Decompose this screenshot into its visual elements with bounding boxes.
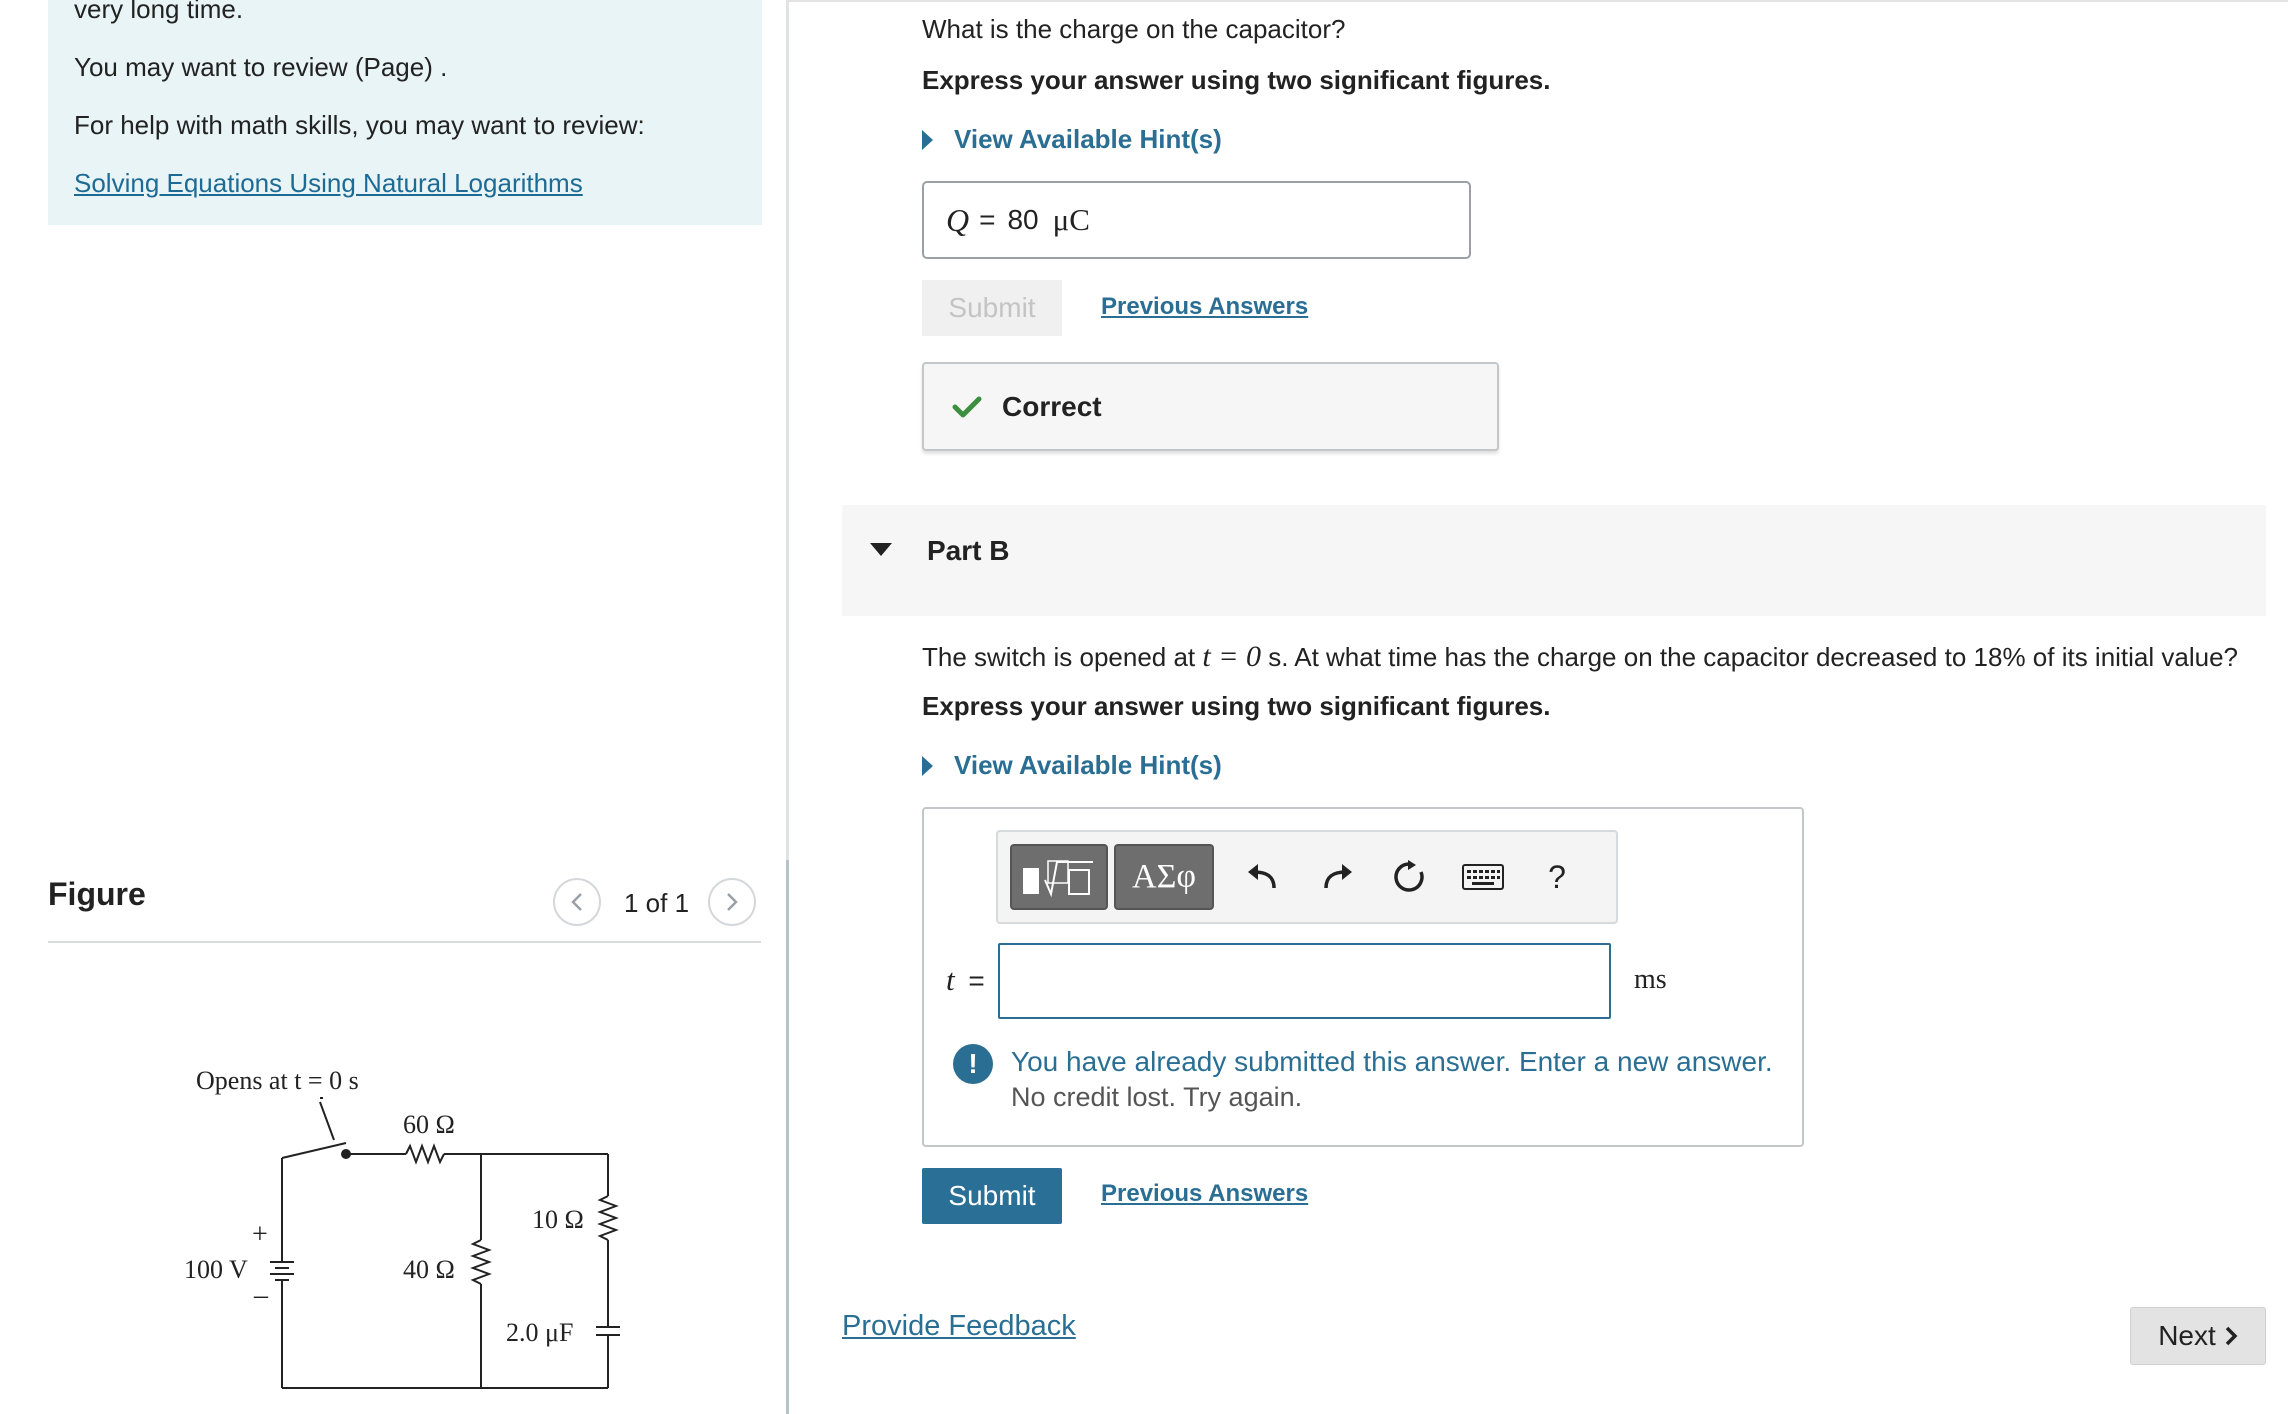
intro-cut-text: very long time. — [74, 0, 244, 24]
part-b-hint-toggle[interactable]: View Available Hint(s) — [922, 750, 1222, 781]
part-a-unit: μC — [1052, 202, 1090, 237]
figure-title: Figure — [48, 876, 146, 912]
next-figure-button[interactable] — [708, 878, 756, 926]
r3-label: 10 Ω — [532, 1205, 584, 1234]
math-review-link[interactable]: Solving Equations Using Natural Logarith… — [74, 168, 583, 199]
part-a-result-box: Correct — [922, 362, 1499, 451]
chevron-right-icon — [2225, 1326, 2238, 1346]
warning-icon: ! — [953, 1044, 993, 1084]
part-b-unit: ms — [1634, 964, 1667, 995]
undo-button[interactable] — [1238, 852, 1288, 902]
switch-label: Opens at t = 0 s — [196, 1066, 359, 1095]
part-b-warning-line1: You have already submitted this answer. … — [1011, 1046, 1773, 1077]
part-b-header[interactable] — [842, 505, 2266, 616]
part-b-var: t — [946, 962, 955, 997]
part-a-equals: = — [979, 204, 996, 235]
part-b-answer-input[interactable] — [998, 943, 1611, 1019]
figure-pager: 1 of 1 — [624, 888, 690, 918]
templates-icon — [1023, 860, 1093, 898]
caret-right-icon — [922, 755, 933, 776]
part-b-equals: = — [968, 965, 985, 996]
reset-icon — [1394, 860, 1424, 892]
reset-button[interactable] — [1384, 852, 1434, 902]
part-b-question-post: s. At what time has the charge on the ca… — [1268, 642, 2239, 672]
switch-pivot — [341, 1149, 351, 1159]
intro-box: very long time. You may want to review (… — [48, 0, 762, 225]
part-a-hint-toggle[interactable]: View Available Hint(s) — [922, 124, 1222, 155]
r2-label: 40 Ω — [403, 1255, 455, 1284]
part-a-submit-button[interactable]: Submit — [922, 280, 1062, 336]
part-b-question-pre: The switch is opened at — [922, 642, 1196, 672]
chevron-right-icon — [727, 893, 738, 911]
review-text: You may want to review (Page) . — [74, 52, 448, 82]
provide-feedback-link[interactable]: Provide Feedback — [842, 1310, 1076, 1343]
r1-label: 60 Ω — [403, 1110, 455, 1139]
templates-button[interactable] — [1010, 844, 1108, 910]
part-a-value: 80 — [1007, 204, 1039, 235]
part-a-hint-label: View Available Hint(s) — [954, 124, 1222, 154]
greek-symbols-button[interactable]: ΑΣφ — [1114, 844, 1214, 910]
help-button[interactable]: ? — [1532, 852, 1582, 902]
part-b-previous-answers-link[interactable]: Previous Answers — [1101, 1180, 1308, 1208]
figure-divider — [48, 941, 761, 943]
part-a-answer-display: Q = 80 μC — [922, 181, 1471, 259]
part-b-submit-button[interactable]: Submit — [922, 1168, 1062, 1224]
redo-button[interactable] — [1312, 852, 1362, 902]
chevron-left-icon — [571, 893, 582, 911]
plus-sign: + — [252, 1219, 268, 1250]
caret-down-icon[interactable] — [870, 543, 892, 556]
part-b-warning-line2: No credit lost. Try again. — [1011, 1082, 1303, 1112]
circuit-diagram: Opens at t = 0 s 60 Ω 40 Ω 10 Ω 2.0 μF 1… — [184, 1066, 620, 1389]
part-b-input-label: t = — [946, 962, 985, 998]
part-b-question-math: t = 0 — [1202, 640, 1261, 673]
next-button[interactable]: Next — [2130, 1307, 2266, 1365]
part-b-title: Part B — [927, 535, 1010, 566]
keyboard-icon — [1462, 864, 1504, 890]
part-a-question: What is the charge on the capacitor? — [922, 14, 1346, 44]
part-b-instruction: Express your answer using two significan… — [922, 691, 1551, 721]
part-a-result-label: Correct — [1002, 390, 1102, 422]
next-button-label: Next — [2158, 1320, 2216, 1351]
minus-sign: – — [253, 1280, 269, 1311]
cap-label: 2.0 μF — [506, 1318, 573, 1347]
part-a-previous-answers-link[interactable]: Previous Answers — [1101, 293, 1308, 321]
checkmark-icon — [952, 396, 982, 417]
math-toolbar: ΑΣφ ? — [996, 830, 1618, 924]
part-b-question: The switch is opened at t = 0 s. At what… — [922, 640, 2238, 674]
part-a-var: Q — [946, 201, 970, 238]
part-b-hint-label: View Available Hint(s) — [954, 750, 1222, 780]
emf-label: 100 V — [184, 1255, 248, 1284]
left-pane: very long time. You may want to review (… — [0, 0, 787, 1414]
keyboard-button[interactable] — [1458, 852, 1508, 902]
redo-icon — [1324, 864, 1352, 889]
caret-right-icon — [922, 129, 933, 150]
part-a-instruction: Express your answer using two significan… — [922, 65, 1551, 95]
pane-divider-scroll[interactable] — [786, 860, 789, 1414]
prev-figure-button[interactable] — [553, 878, 601, 926]
undo-icon — [1248, 864, 1276, 889]
math-help-text: For help with math skills, you may want … — [74, 110, 645, 140]
